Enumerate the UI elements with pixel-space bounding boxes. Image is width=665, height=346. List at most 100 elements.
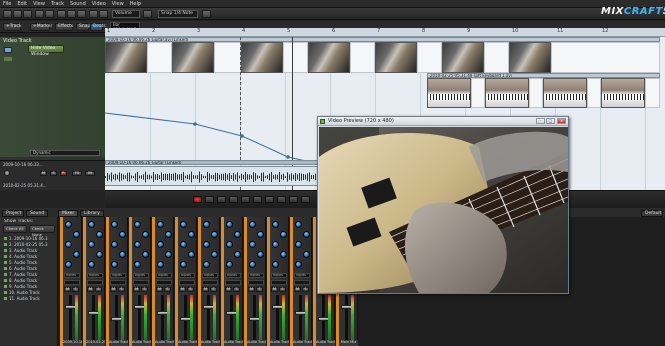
rewind-button[interactable]: [229, 196, 238, 203]
snap-dropdown[interactable]: Snap 1/4 Note: [158, 10, 198, 18]
input-select[interactable]: Inputs: [225, 273, 241, 278]
instrument-button[interactable]: IN: [85, 171, 95, 176]
mixer-knob[interactable]: [111, 261, 118, 268]
cut-icon[interactable]: [57, 10, 66, 18]
mixer-knob[interactable]: [272, 241, 279, 248]
solo-button[interactable]: S: [233, 287, 240, 292]
snap-button[interactable]: Snap: [76, 23, 90, 31]
mixer-knob[interactable]: [303, 251, 310, 258]
track-checkbox[interactable]: 2. 2010-02-25 05.3: [4, 242, 48, 247]
mixer-knob[interactable]: [73, 231, 80, 238]
output-select[interactable]: [133, 280, 149, 285]
input-select[interactable]: Inputs: [179, 273, 195, 278]
save-icon[interactable]: [23, 10, 32, 18]
mixer-knob[interactable]: [295, 261, 302, 268]
minimize-button[interactable]: –: [536, 118, 545, 124]
mixer-knob[interactable]: [272, 261, 279, 268]
mixer-knob[interactable]: [188, 251, 195, 258]
input-select[interactable]: Inputs: [202, 273, 218, 278]
fast-forward-button[interactable]: [265, 196, 274, 203]
input-select[interactable]: Inputs: [294, 273, 310, 278]
track-checkbox[interactable]: 9. Audio Track: [4, 284, 37, 289]
rewind-to-start-button[interactable]: [217, 196, 226, 203]
mixer-knob[interactable]: [249, 261, 256, 268]
audio-track-header[interactable]: 2009-10-16 06.33... 2010-02-25 05.31.4..…: [0, 160, 105, 190]
solo-button[interactable]: S: [164, 287, 171, 292]
track-checkbox[interactable]: 1. 2009-10-16 06.3: [4, 236, 48, 241]
output-select[interactable]: [87, 280, 103, 285]
pencil-tool-icon[interactable]: [99, 10, 108, 18]
mixer-knob[interactable]: [272, 221, 279, 228]
mixer-knob[interactable]: [119, 251, 126, 258]
mixer-knob[interactable]: [111, 221, 118, 228]
maximize-button[interactable]: □: [546, 118, 555, 124]
mixer-knob[interactable]: [180, 221, 187, 228]
input-select[interactable]: Inputs: [64, 273, 80, 278]
tab-project[interactable]: Project: [2, 210, 24, 217]
audio-clip-header[interactable]: 2009-10-16 06.06.26 Guitar (Linked): [105, 160, 320, 165]
mixer-knob[interactable]: [134, 241, 141, 248]
close-button[interactable]: x: [557, 118, 566, 124]
mixer-knob[interactable]: [211, 251, 218, 258]
record-button[interactable]: [193, 196, 202, 203]
output-select[interactable]: [179, 280, 195, 285]
output-select[interactable]: [110, 280, 126, 285]
mixer-knob[interactable]: [295, 241, 302, 248]
menu-track[interactable]: Track: [51, 1, 64, 7]
solo-button[interactable]: S: [50, 171, 57, 176]
check-none-button[interactable]: Check None: [29, 225, 55, 237]
menu-view-2[interactable]: View: [112, 1, 124, 7]
menu-edit[interactable]: Edit: [17, 1, 27, 7]
solo-button[interactable]: S: [279, 287, 286, 292]
automation-param-dropdown[interactable]: Dynamic: [30, 150, 100, 156]
mixer-knob[interactable]: [234, 251, 241, 258]
video-preview-window[interactable]: Video Preview (720 x 480) – □ x: [317, 116, 569, 294]
effects-button[interactable]: Effects: [55, 23, 73, 31]
mixer-knob[interactable]: [203, 241, 210, 248]
mixer-knob[interactable]: [280, 251, 287, 258]
solo-button[interactable]: S: [118, 287, 125, 292]
mixer-knob[interactable]: [295, 221, 302, 228]
metronome-icon[interactable]: [202, 10, 211, 18]
loop-button[interactable]: [205, 196, 214, 203]
input-select[interactable]: Inputs: [271, 273, 287, 278]
mixer-knob[interactable]: [96, 251, 103, 258]
mixer-knob[interactable]: [257, 231, 264, 238]
punch-button[interactable]: [301, 196, 310, 203]
stop-button[interactable]: [253, 196, 262, 203]
mixer-knob[interactable]: [203, 261, 210, 268]
track-checkbox[interactable]: 8. Audio Track: [4, 278, 37, 283]
output-select[interactable]: [64, 280, 80, 285]
output-select[interactable]: [156, 280, 172, 285]
mixer-knob[interactable]: [249, 221, 256, 228]
new-icon[interactable]: [3, 10, 12, 18]
mixer-knob[interactable]: [65, 221, 72, 228]
track-checkbox[interactable]: 6. Audio Track: [4, 266, 37, 271]
track-checkbox[interactable]: 10. Audio Track: [4, 290, 40, 295]
mixer-knob[interactable]: [142, 251, 149, 258]
mixer-knob[interactable]: [234, 231, 241, 238]
mute-button[interactable]: M: [202, 287, 209, 292]
fx-button[interactable]: FX: [72, 171, 82, 176]
mute-button[interactable]: M: [225, 287, 232, 292]
mixer-knob[interactable]: [180, 261, 187, 268]
output-select[interactable]: [202, 280, 218, 285]
track-checkbox[interactable]: 3. Audio Track: [4, 248, 37, 253]
mute-button[interactable]: M: [133, 287, 140, 292]
mixer-knob[interactable]: [142, 231, 149, 238]
paste-icon[interactable]: [77, 10, 86, 18]
tab-sound[interactable]: Sound: [26, 210, 48, 217]
mute-button[interactable]: M: [87, 287, 94, 292]
mute-button[interactable]: M: [156, 287, 163, 292]
mixer-knob[interactable]: [226, 221, 233, 228]
input-select[interactable]: Inputs: [248, 273, 264, 278]
output-select[interactable]: [271, 280, 287, 285]
hide-video-window-button[interactable]: Hide Video Window: [28, 45, 64, 57]
mixer-knob[interactable]: [303, 231, 310, 238]
redo-icon[interactable]: [45, 10, 54, 18]
mixer-knob[interactable]: [88, 241, 95, 248]
mixer-knob[interactable]: [226, 241, 233, 248]
solo-button[interactable]: S: [95, 287, 102, 292]
mixer-knob[interactable]: [96, 231, 103, 238]
mixer-knob[interactable]: [165, 231, 172, 238]
